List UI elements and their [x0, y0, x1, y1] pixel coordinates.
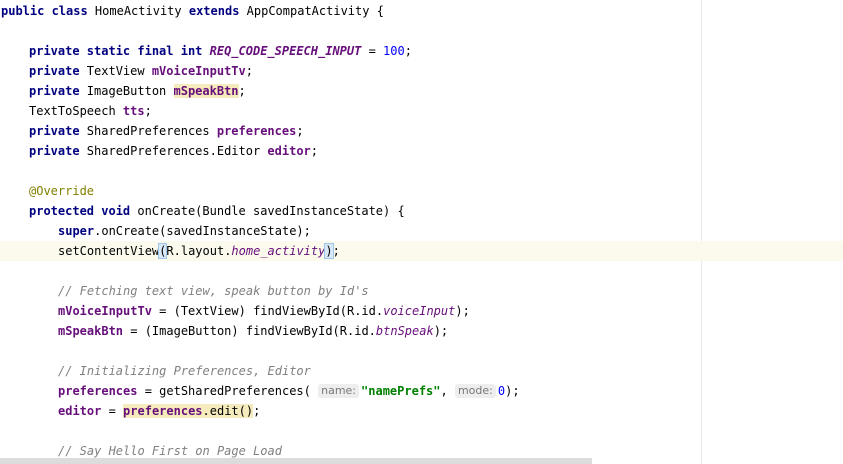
class-name: HomeActivity — [87, 4, 189, 18]
code-text: ); — [505, 384, 520, 398]
field-name: preferences — [58, 384, 138, 398]
field-name: mVoiceInputTv — [58, 304, 152, 318]
code-line-6[interactable]: private SharedPreferences preferences; — [29, 121, 304, 141]
code-line-12[interactable]: // Fetching text view, speak button by I… — [58, 281, 369, 301]
code-text: ); — [455, 304, 470, 318]
keyword: super — [58, 224, 95, 238]
code-text: R.layout. — [166, 244, 232, 258]
field-name: mVoiceInputTv — [151, 64, 246, 78]
string-literal: "namePrefs" — [361, 384, 441, 398]
code-line-11[interactable]: setContentView(R.layout.home_activity); — [58, 241, 340, 261]
code-text: ; — [310, 144, 319, 158]
parameter-hint-name: name: — [318, 384, 360, 398]
right-margin-guide — [701, 0, 702, 464]
field-name: tts — [122, 104, 145, 118]
code-text: , — [440, 384, 455, 398]
code-text: onCreate(Bundle savedInstanceState) { — [130, 204, 405, 218]
code-line-14[interactable]: mSpeakBtn = (ImageButton) findViewById(R… — [58, 321, 448, 341]
code-text: ; — [238, 84, 246, 98]
keyword: private — [29, 124, 80, 138]
code-line-7[interactable]: private SharedPreferences.Editor editor; — [29, 141, 318, 161]
comment: // Fetching text view, speak button by I… — [58, 284, 369, 298]
code-line-16[interactable]: preferences = getSharedPreferences( name… — [58, 381, 520, 401]
code-line-5[interactable]: TextToSpeech tts; — [29, 101, 152, 121]
code-editor[interactable]: public class HomeActivity extends AppCom… — [0, 0, 843, 464]
field-name: mSpeakBtn — [58, 324, 124, 338]
number-literal: 0 — [497, 384, 506, 398]
code-line-2[interactable]: private static final int REQ_CODE_SPEECH… — [29, 41, 412, 61]
static-reference: home_activity — [231, 244, 326, 258]
code-line-8[interactable]: @Override — [29, 181, 94, 201]
code-text: TextView — [79, 64, 152, 78]
keyword: private — [29, 144, 80, 158]
horizontal-scrollbar[interactable] — [0, 458, 592, 464]
keyword: private — [29, 64, 80, 78]
superclass-name: AppCompatActivity { — [239, 4, 384, 18]
code-text: ; — [144, 104, 152, 118]
keyword: protected void — [29, 204, 131, 218]
constant-field: REQ_CODE_SPEECH_INPUT — [209, 44, 362, 58]
field-name: editor — [267, 144, 311, 158]
number-literal: 100 — [383, 44, 405, 58]
code-text: ); — [433, 324, 449, 338]
code-text: = (TextView) findViewById(R.id. — [151, 304, 384, 318]
code-text: .edit() — [202, 404, 254, 418]
field-name: preferences — [216, 124, 297, 138]
keyword: extends — [188, 4, 240, 18]
code-line-9[interactable]: protected void onCreate(Bundle savedInst… — [29, 201, 405, 221]
code-text: = getSharedPreferences( — [137, 384, 319, 398]
code-text: = — [361, 44, 384, 58]
code-text: ; — [245, 64, 253, 78]
code-text: ImageButton — [79, 84, 174, 98]
code-line-4[interactable]: private ImageButton mSpeakBtn; — [29, 81, 246, 101]
highlighted-expression: preferences.edit() — [123, 404, 254, 418]
code-text: SharedPreferences — [79, 124, 217, 138]
matched-paren-close: ) — [324, 243, 334, 259]
static-reference: btnSpeak — [375, 324, 434, 338]
field-name-highlighted: mSpeakBtn — [173, 84, 239, 98]
code-line-17[interactable]: editor = preferences.edit(); — [58, 401, 260, 421]
code-text: ; — [404, 44, 412, 58]
parameter-hint-mode: mode: — [454, 384, 496, 398]
code-text: .onCreate(savedInstanceState); — [94, 224, 311, 238]
code-text: = (ImageButton) findViewById(R.id. — [123, 324, 376, 338]
code-text: TextToSpeech — [29, 104, 123, 118]
code-text: = — [101, 404, 124, 418]
code-text: setContentView — [58, 244, 160, 258]
annotation: @Override — [29, 184, 95, 198]
keyword: public class — [1, 4, 88, 18]
keyword: private — [29, 84, 80, 98]
code-text: ; — [332, 244, 340, 258]
code-line-13[interactable]: mVoiceInputTv = (TextView) findViewById(… — [58, 301, 470, 321]
field-name: editor — [58, 404, 102, 418]
code-text: ; — [253, 404, 261, 418]
keyword: private static final int — [29, 44, 203, 58]
code-line-15[interactable]: // Initializing Preferences, Editor — [58, 361, 311, 381]
code-text: SharedPreferences.Editor — [79, 144, 268, 158]
code-text: ; — [296, 124, 304, 138]
code-line-10[interactable]: super.onCreate(savedInstanceState); — [58, 221, 311, 241]
field-name: preferences — [123, 404, 203, 418]
comment: // Initializing Preferences, Editor — [58, 364, 311, 378]
code-line-3[interactable]: private TextView mVoiceInputTv; — [29, 61, 253, 81]
comment: // Say Hello First on Page Load — [58, 444, 282, 458]
code-line-1[interactable]: public class HomeActivity extends AppCom… — [1, 1, 384, 21]
static-reference: voiceInput — [383, 304, 456, 318]
